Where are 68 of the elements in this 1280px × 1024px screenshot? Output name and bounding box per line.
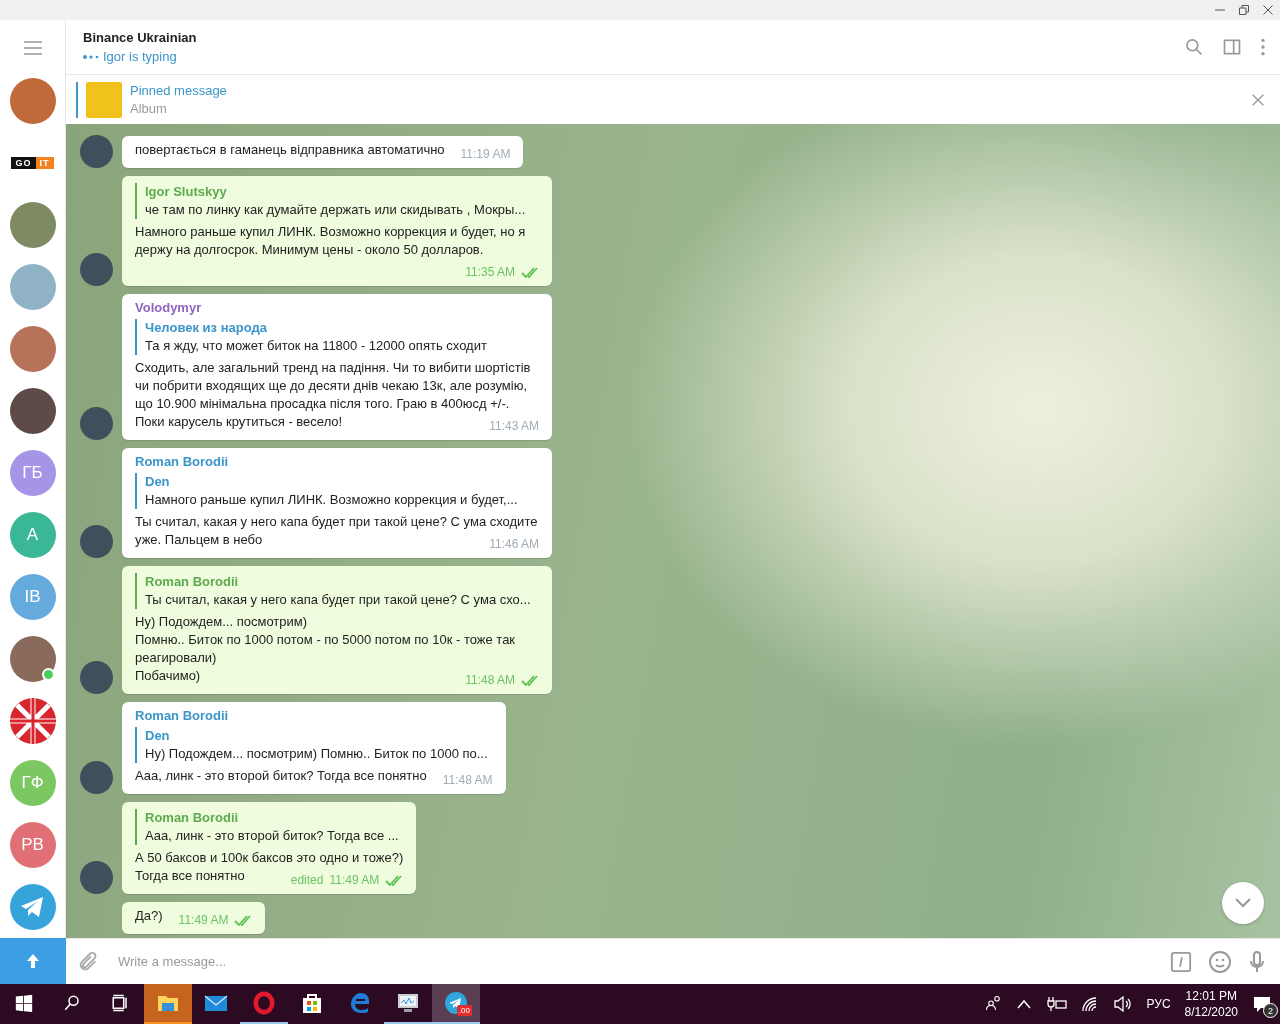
avatar-photo[interactable] — [9, 636, 56, 682]
chevron-down-icon[interactable] — [1234, 897, 1252, 909]
clock-time[interactable]: 12:01 PM — [1185, 989, 1237, 1003]
search-icon[interactable] — [1184, 37, 1204, 57]
message-text: А 50 баксов и 100к баксов это одно и тоже?) — [135, 849, 404, 867]
reply-text[interactable]: Та я жду, что может биток на 11800 - 12000 опять сходит — [145, 337, 539, 355]
message-author[interactable]: Roman Borodii — [135, 707, 493, 725]
avatar-initials[interactable]: ГФ — [9, 760, 56, 806]
reply-text[interactable]: Ааа, линк - это второй биток? Тогда все ... — [145, 827, 404, 845]
sidebar-panel-icon[interactable] — [1222, 37, 1242, 57]
shopping-bag-icon[interactable] — [300, 991, 324, 1015]
reply-author[interactable]: Roman Borodii — [145, 809, 404, 827]
logo-text[interactable]: GO — [11, 157, 36, 169]
flag-avatar-icon[interactable] — [9, 698, 56, 744]
avatar-initials[interactable]: A — [9, 512, 56, 558]
more-icon[interactable] — [1260, 37, 1266, 57]
message-author[interactable]: Volodymyr — [135, 299, 539, 317]
windows-logo-icon — [15, 994, 33, 1012]
avatar-initials[interactable]: PB — [9, 822, 56, 868]
clock-date[interactable]: 8/12/2020 — [1184, 1005, 1238, 1019]
avatar-photo[interactable] — [9, 78, 56, 124]
chevron-up-icon[interactable] — [1016, 999, 1031, 1009]
avatar-photo[interactable] — [9, 202, 56, 248]
reply-author[interactable]: Den — [145, 473, 539, 491]
close-icon[interactable] — [1262, 4, 1274, 16]
chat-title: Binance Ukrainian — [83, 30, 198, 45]
reply-author[interactable]: Roman Borodii — [145, 573, 539, 591]
search-icon — [63, 994, 81, 1012]
commands-icon[interactable] — [1170, 950, 1192, 973]
wifi-icon[interactable] — [1080, 996, 1099, 1012]
task-view-icon — [111, 994, 129, 1012]
message-time: 11:35 AM — [465, 264, 515, 281]
message-author[interactable]: Roman Borodii — [135, 453, 539, 471]
unread-badge: .00 — [456, 1005, 472, 1016]
reply-text[interactable]: Ты считал, какая у него капа будет при такой цене? С ума схо... — [145, 591, 539, 609]
avatar-initials[interactable]: ГБ — [9, 450, 56, 496]
message-input[interactable]: Write a message... — [116, 953, 1154, 970]
volume-icon[interactable] — [1112, 996, 1133, 1012]
people-icon[interactable] — [984, 995, 1003, 1013]
battery-plug-icon[interactable] — [1044, 996, 1067, 1012]
reply-author[interactable]: Igor Slutskyy — [145, 183, 539, 201]
emoji-icon[interactable] — [1208, 949, 1232, 974]
reply-text[interactable]: Намного раньше купил ЛИНК. Возможно коррекция и будет,... — [145, 491, 539, 509]
ring-o-icon[interactable] — [253, 991, 275, 1015]
avatar-initials[interactable]: IB — [9, 574, 56, 620]
microphone-icon[interactable] — [1248, 949, 1266, 974]
message-text: Помню.. Биток по 1000 потом - по 5000 потом по 10к - тоже так реагировали) — [135, 631, 517, 667]
restore-icon[interactable] — [1238, 4, 1250, 16]
pinned-label[interactable]: Pinned message — [130, 83, 1242, 98]
reply-text[interactable]: Ну) Подождем... посмотрим) Помню.. Биток по 1000 по... — [145, 745, 493, 763]
up-arrow-icon[interactable] — [26, 953, 40, 969]
monitor-chart-icon[interactable] — [395, 991, 421, 1015]
notification-count: 2 — [1263, 1003, 1278, 1018]
reply-author[interactable]: Человек из народа — [145, 319, 539, 337]
pinned-preview: Album — [130, 101, 168, 116]
telegram-avatar-icon[interactable] — [9, 884, 56, 930]
typing-dots-icon — [83, 53, 99, 60]
avatar-photo[interactable] — [9, 388, 56, 434]
typing-status: Igor is typing — [103, 49, 177, 64]
language-indicator[interactable]: РУС — [1146, 997, 1171, 1011]
image-thumbnail[interactable] — [86, 81, 122, 118]
message-text: Ну) Подождем... посмотрим) — [135, 613, 309, 631]
avatar-photo[interactable] — [9, 326, 56, 372]
reply-author[interactable]: Den — [145, 727, 493, 745]
menu-icon[interactable] — [22, 39, 43, 56]
e-logo-icon[interactable] — [348, 991, 372, 1015]
taskbar-app[interactable]: .00 — [432, 984, 480, 1024]
reply-text[interactable]: че там по линку как думайте держать или скидывать , Мокры... — [145, 201, 539, 219]
